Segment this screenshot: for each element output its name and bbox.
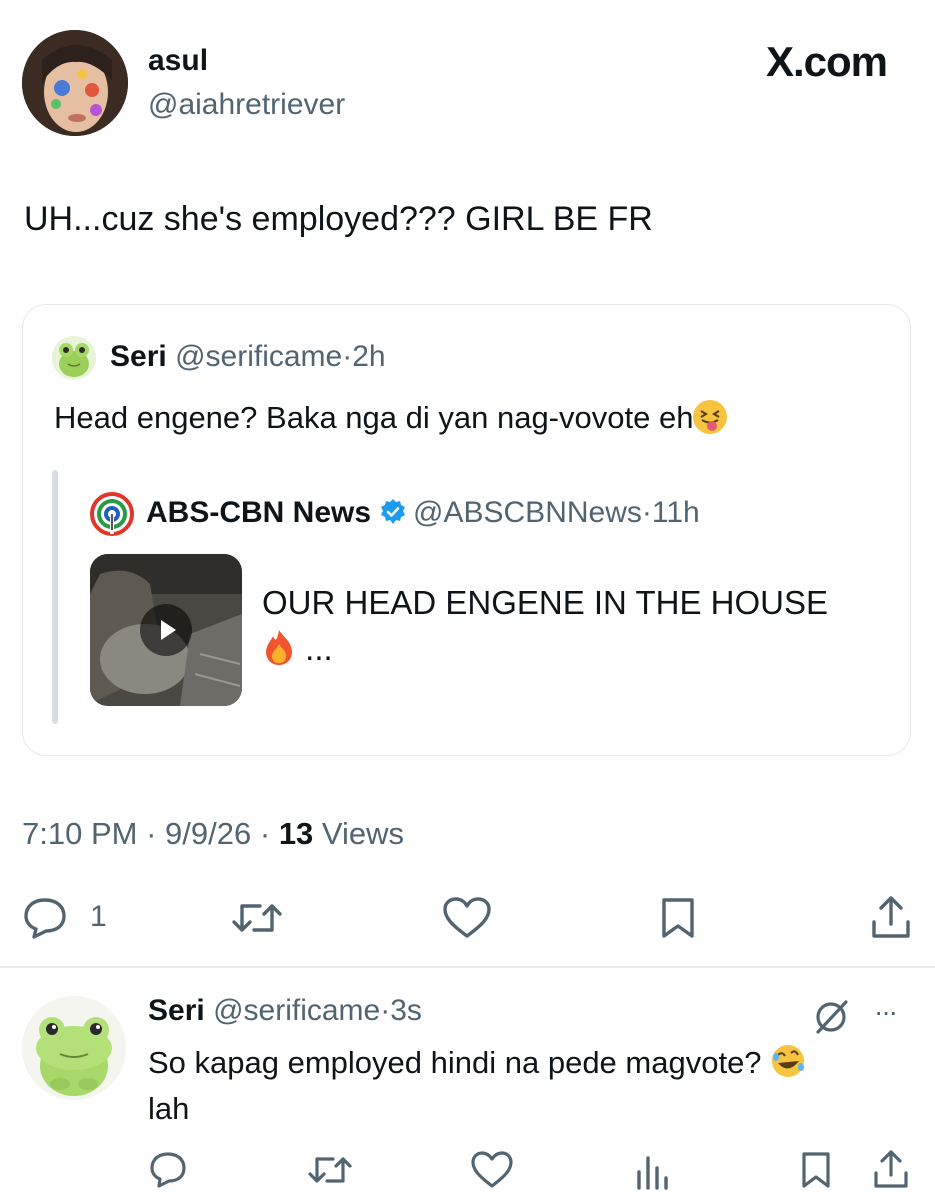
play-button[interactable] [140,604,192,656]
share-button[interactable] [870,894,912,945]
avatar[interactable] [22,30,128,136]
separator: · [380,994,391,1027]
views-count: 13 [278,816,314,851]
squinting-tongue-emoji-icon [693,400,728,434]
reply-handle[interactable]: @serificame [213,994,380,1027]
reply-reply-button[interactable] [148,1150,188,1195]
divider [0,966,935,968]
retweet-icon [232,904,282,932]
reply-like-button[interactable] [470,1150,514,1195]
views-label: Views [321,816,405,851]
thread-line [52,470,58,724]
views-button[interactable] [634,1152,670,1195]
reply-display-name[interactable]: Seri [148,994,205,1027]
fire-emoji-icon [262,630,296,666]
handle[interactable]: @aiahretriever [148,88,345,122]
separator: · [342,340,353,373]
inner-display-name[interactable]: ABS-CBN News [146,496,371,529]
reply-retweet-button[interactable] [306,1152,354,1193]
more-options-icon[interactable]: ··· [874,996,898,1028]
verified-badge-icon [379,498,407,526]
quote-age: 2h [352,340,386,373]
grok-icon [816,1000,848,1034]
grok-button[interactable] [812,998,850,1041]
tweet-text: UH...cuz she's employed??? GIRL BE FR [24,200,653,238]
brand-label: X.com [765,38,888,85]
separator: · [259,816,271,851]
analytics-icon [637,1156,668,1190]
retweet-button[interactable] [230,898,284,943]
inner-age: 11h [651,496,700,529]
retweet-icon [308,1157,352,1183]
inner-text-wrap: OUR HEAD ENGENE IN THE HOUSE ... [262,580,882,672]
tweet-date[interactable]: 9/9/26 [165,816,251,851]
reply-age: 3s [390,994,422,1027]
like-button[interactable] [442,896,492,945]
share-icon [874,1150,908,1188]
bookmark-button[interactable] [660,896,696,945]
heart-icon [471,1151,513,1188]
quote-display-name[interactable]: Seri [110,340,167,373]
inner-text: OUR HEAD ENGENE IN THE HOUSE [262,584,828,621]
quote-text: Head engene? Baka nga di yan nag-vovote … [54,400,694,435]
reply-icon [150,1152,186,1188]
reply-text-line2: lah [148,1091,190,1126]
rolling-laughing-emoji-icon [770,1045,805,1079]
reply-button[interactable]: 1 [22,896,122,940]
separator: · [146,816,157,851]
share-icon [872,896,910,938]
separator: · [641,496,652,529]
quote-avatar[interactable] [52,336,96,380]
bookmark-icon [802,1152,830,1188]
quote-text-wrap: Head engene? Baka nga di yan nag-vovote … [54,400,728,436]
reply-text: So kapag employed hindi na pede magvote? [148,1045,762,1080]
display-name[interactable]: asul [148,44,208,78]
tweet-meta: 7:10 PM · 9/9/26 · 13 Views [22,816,404,852]
reply-avatar[interactable] [22,996,126,1100]
inner-handle[interactable]: @ABSCBNNews [413,496,642,529]
inner-ellipsis: ... [305,630,333,667]
reply-bookmark-button[interactable] [800,1150,832,1195]
quote-handle[interactable]: @serificame [175,340,342,373]
reply-icon [24,898,66,939]
heart-icon [443,897,491,938]
abs-cbn-logo-icon[interactable] [90,492,134,536]
reply-share-button[interactable] [872,1148,910,1195]
reply-text-wrap: So kapag employed hindi na pede magvote?… [148,1040,918,1132]
tweet-time[interactable]: 7:10 PM [22,816,137,851]
bookmark-icon [662,898,694,938]
reply-count: 1 [90,900,107,933]
